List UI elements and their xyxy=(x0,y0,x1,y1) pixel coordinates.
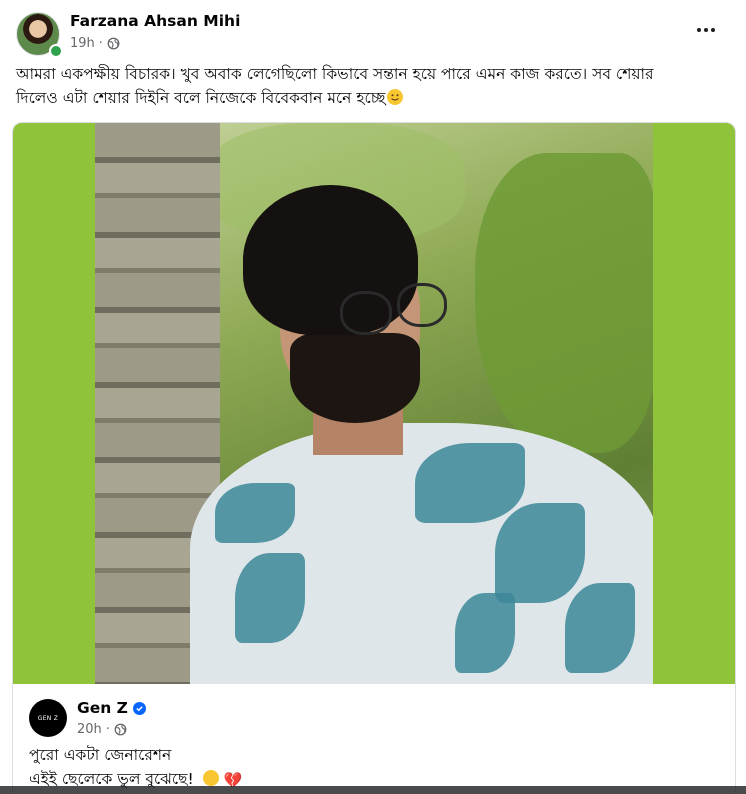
verified-icon xyxy=(132,701,146,715)
shared-post-card[interactable]: GEN Z Gen Z 20h · পুরো একটা জেনারেশন এইই xyxy=(12,122,736,794)
post-time[interactable]: 19h xyxy=(70,36,95,51)
facebook-post: Farzana Ahsan Mihi 19h · আমরা একপক্ষীয় … xyxy=(0,0,746,794)
online-status-dot xyxy=(49,44,63,58)
shared-meta: 20h · xyxy=(77,722,127,737)
globe-icon[interactable] xyxy=(107,37,120,50)
post-header: Farzana Ahsan Mihi 19h · xyxy=(16,12,732,58)
shared-photo[interactable] xyxy=(95,123,653,684)
caption-text: আমরা একপক্ষীয় বিচারক। খুব অবাক লেগেছিলো… xyxy=(16,65,654,107)
shared-text-line1: পুরো একটা জেনারেশন xyxy=(29,746,172,764)
gen-z-avatar[interactable]: GEN Z xyxy=(29,699,67,737)
glasses xyxy=(340,291,392,335)
author-name[interactable]: Farzana Ahsan Mihi xyxy=(70,12,240,30)
post-caption: আমরা একপক্ষীয় বিচারক। খুব অবাক লেগেছিলো… xyxy=(16,62,696,110)
shared-page-name: Gen Z xyxy=(77,699,146,717)
more-options-icon[interactable] xyxy=(692,20,720,40)
meta-separator: · xyxy=(98,36,103,51)
neutral-face-emoji xyxy=(202,770,219,786)
globe-icon[interactable] xyxy=(114,723,127,736)
smile-emoji xyxy=(387,89,404,105)
page-name[interactable]: Gen Z xyxy=(77,699,128,717)
shared-post-header: GEN Z Gen Z 20h · xyxy=(29,695,709,741)
shared-meta-separator: · xyxy=(105,722,110,737)
bottom-edge-bar xyxy=(0,786,746,794)
post-meta: 19h · xyxy=(70,36,120,51)
gen-z-avatar-text: GEN Z xyxy=(37,714,59,722)
shared-photo-frame[interactable] xyxy=(13,123,735,684)
shared-time[interactable]: 20h xyxy=(77,722,102,737)
shared-post-text: পুরো একটা জেনারেশন এইই ছেলেকে ভুল বুঝেছে… xyxy=(29,743,709,792)
